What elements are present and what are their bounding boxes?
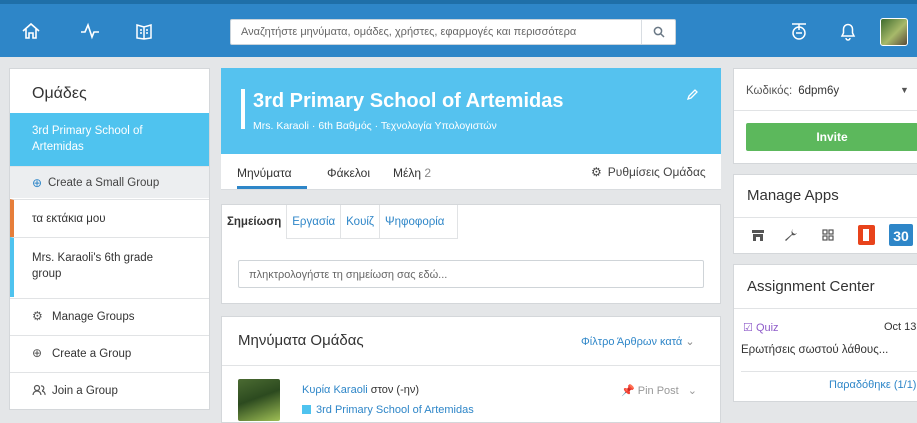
- sidebar-item-label: Create a Group: [52, 348, 132, 360]
- sidebar-item-label: Create a Small Group: [48, 177, 160, 189]
- sidebar-item-label: τα εκτάκια μου: [32, 213, 106, 225]
- edit-pencil-icon[interactable]: [686, 88, 699, 104]
- sidebar-item-join-group[interactable]: Join a Group: [10, 372, 209, 410]
- top-bar: Αναζητήστε μηνύματα, ομάδες, χρήστες, εφ…: [0, 0, 917, 57]
- users-icon: [32, 384, 46, 396]
- tab-members[interactable]: Μέλη 2: [393, 166, 431, 180]
- group-tabs: Μηνύματα Φάκελοι Μέλη 2 ⚙ Ρυθμίσεις Ομάδα…: [221, 154, 721, 190]
- gear-icon: ⚙: [591, 165, 602, 179]
- activity-icon[interactable]: [77, 18, 103, 44]
- plus-circle-icon: ⊕: [32, 176, 43, 190]
- sidebar-item-label: Mrs. Karaoli's 6th grade group: [32, 252, 154, 280]
- store-icon[interactable]: [745, 221, 771, 249]
- tab-members-label: Μέλη: [393, 166, 422, 180]
- manage-apps-panel: Manage Apps 30: [733, 174, 917, 254]
- calendar-day: 30: [889, 224, 913, 246]
- divider: [734, 308, 917, 309]
- post-header: Κυρία Karaoli στον (-ην): [302, 384, 419, 396]
- quiz-link[interactable]: ☑ Quiz: [743, 321, 779, 334]
- code-value: 6dpm6y: [798, 85, 840, 97]
- assignment-date: Oct 13: [884, 321, 917, 333]
- gear-icon: ⚙: [32, 309, 43, 323]
- pin-icon: 📌: [621, 385, 635, 397]
- home-icon[interactable]: [18, 18, 44, 44]
- divider: [734, 217, 917, 218]
- tab-folders[interactable]: Φάκελοι: [327, 166, 370, 180]
- user-avatar[interactable]: [880, 18, 908, 46]
- assignment-title: Assignment Center: [747, 278, 875, 295]
- members-count: 2: [424, 166, 432, 180]
- filter-dropdown[interactable]: Φίλτρο Άρθρων κατά ⌄: [581, 335, 695, 348]
- group-subtitle: Mrs. Karaoli · 6th Βαθμός · Τεχνολογία Υ…: [253, 120, 497, 132]
- assignment-center: Assignment Center ☑ Quiz Oct 13 Ερωτήσει…: [733, 264, 917, 402]
- bell-icon[interactable]: [835, 18, 861, 44]
- post-group-link[interactable]: 3rd Primary School of Artemidas: [302, 404, 474, 416]
- sidebar-title: Ομάδες: [32, 85, 87, 102]
- sidebar-item-create-group[interactable]: ⊕ Create a Group: [10, 335, 209, 372]
- assignment-description[interactable]: Ερωτήσεις σωστού λάθους...: [741, 344, 888, 356]
- post-composer: Σημείωση Εργασία Κουίζ Ψηφοφορία πληκτρο…: [221, 204, 721, 304]
- filter-label: Φίλτρο Άρθρων κατά: [581, 336, 683, 348]
- apps-icon[interactable]: [786, 18, 812, 44]
- pin-post-button[interactable]: 📌 Pin Post ⌄: [621, 384, 697, 397]
- grid-icon[interactable]: [815, 221, 841, 249]
- author-avatar[interactable]: [238, 379, 280, 421]
- group-code[interactable]: Κωδικός: 6dpm6y: [746, 85, 839, 97]
- group-code-panel: Κωδικός: 6dpm6y ▼ Invite: [733, 68, 917, 164]
- sidebar-item-current-group[interactable]: 3rd Primary School of Artemidas: [10, 113, 209, 166]
- chevron-down-icon: ⌄: [687, 385, 698, 397]
- author-link[interactable]: Κυρία Karaoli: [302, 384, 368, 396]
- sidebar-item-label: Manage Groups: [52, 311, 135, 323]
- group-header: 3rd Primary School of Artemidas Mrs. Kar…: [221, 68, 721, 154]
- search-icon[interactable]: [641, 20, 675, 44]
- search-input[interactable]: Αναζητήστε μηνύματα, ομάδες, χρήστες, εφ…: [241, 26, 576, 38]
- composer-tabs: Σημείωση Εργασία Κουίζ Ψηφοφορία: [222, 205, 458, 239]
- post-connector: στον (-ην): [370, 384, 420, 396]
- groups-sidebar: Ομάδες 3rd Primary School of Artemidas ⊕…: [9, 68, 210, 410]
- tab-messages[interactable]: Μηνύματα: [237, 166, 292, 180]
- assignment-type: Quiz: [755, 322, 779, 334]
- tab-quiz[interactable]: Κουίζ: [341, 205, 380, 239]
- plus-circle-icon: ⊕: [32, 346, 43, 360]
- post-group-label: 3rd Primary School of Artemidas: [316, 404, 474, 416]
- sidebar-item-group[interactable]: Mrs. Karaoli's 6th grade group: [10, 237, 209, 297]
- backpack-icon[interactable]: [131, 18, 157, 44]
- pin-label: Pin Post: [637, 385, 679, 397]
- divider: [222, 365, 720, 366]
- group-settings-button[interactable]: ⚙ Ρυθμίσεις Ομάδας: [591, 165, 706, 179]
- office-logo: [857, 225, 875, 245]
- tab-poll[interactable]: Ψηφοφορία: [380, 205, 458, 239]
- submission-status[interactable]: Παραδόθηκε (1/1): [829, 379, 916, 391]
- code-label: Κωδικός:: [746, 85, 793, 97]
- sidebar-item-label: Join a Group: [52, 385, 118, 397]
- caret-down-icon[interactable]: ▼: [900, 85, 909, 95]
- sidebar-item-create-small-group[interactable]: ⊕ Create a Small Group: [10, 166, 209, 198]
- header-accent-bar: [241, 89, 245, 129]
- search-bar[interactable]: Αναζητήστε μηνύματα, ομάδες, χρήστες, εφ…: [230, 19, 676, 45]
- group-messages: Μηνύματα Ομάδας Φίλτρο Άρθρων κατά ⌄ Κυρ…: [221, 316, 721, 423]
- checkbox-icon: ☑: [743, 322, 753, 334]
- chevron-down-icon: ⌄: [685, 336, 695, 348]
- tab-assignment[interactable]: Εργασία: [287, 205, 342, 239]
- page-title: 3rd Primary School of Artemidas: [253, 90, 564, 112]
- calendar-icon[interactable]: 30: [889, 221, 917, 249]
- divider: [734, 110, 917, 111]
- sidebar-item-group[interactable]: τα εκτάκια μου: [10, 199, 209, 237]
- invite-button[interactable]: Invite: [746, 123, 917, 151]
- apps-title: Manage Apps: [747, 187, 839, 204]
- note-input[interactable]: πληκτρολογήστε τη σημείωση σας εδώ...: [238, 260, 704, 288]
- group-color-square: [302, 405, 311, 414]
- group-settings-label: Ρυθμίσεις Ομάδας: [607, 165, 706, 179]
- sidebar-item-manage-groups[interactable]: ⚙ Manage Groups: [10, 298, 209, 335]
- tab-note[interactable]: Σημείωση: [222, 205, 288, 239]
- office-icon[interactable]: [853, 221, 879, 249]
- wrench-icon[interactable]: [778, 221, 804, 249]
- sidebar-item-label: 3rd Primary School of Artemidas: [32, 125, 143, 153]
- active-tab-indicator: [237, 186, 307, 189]
- messages-title: Μηνύματα Ομάδας: [238, 332, 364, 349]
- divider: [741, 371, 917, 372]
